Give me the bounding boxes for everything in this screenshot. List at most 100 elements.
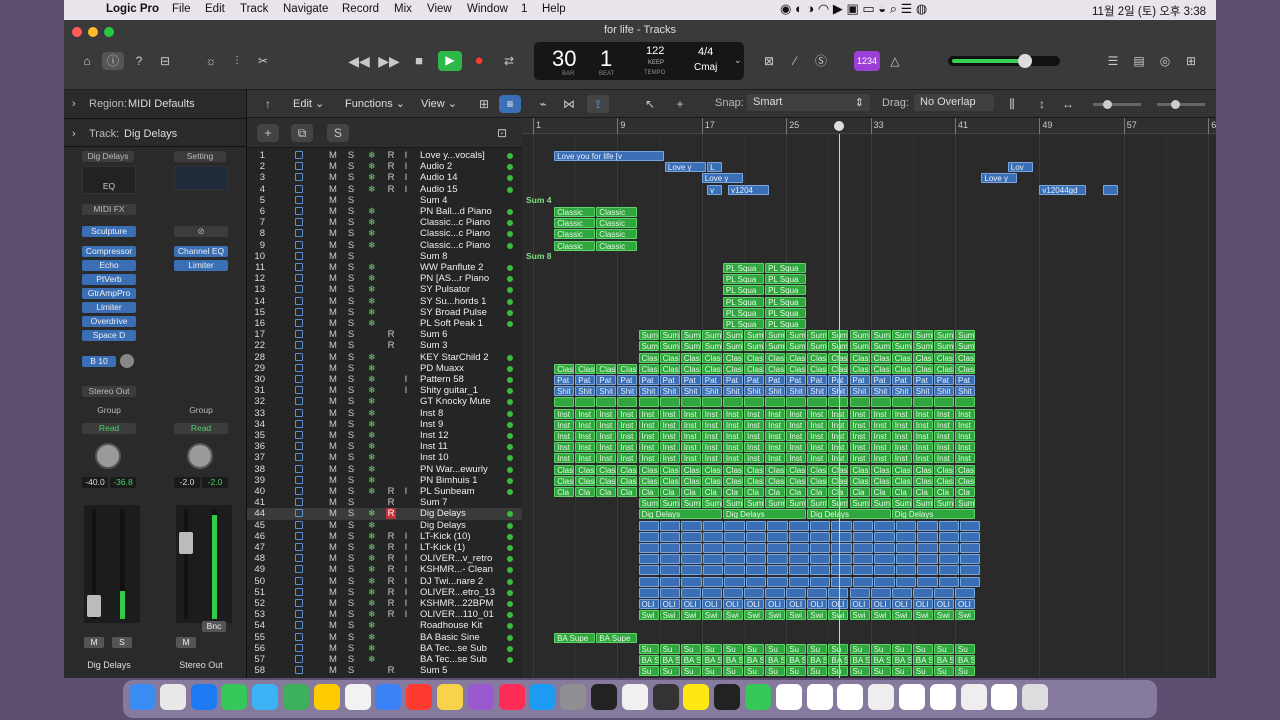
region[interactable]: Su <box>701 666 722 677</box>
toolbar-icon[interactable]: ⊟ <box>154 52 176 70</box>
track-row[interactable]: 32 M S ❄ GT Knocky Mute <box>247 396 522 407</box>
region[interactable]: Cla <box>744 487 765 497</box>
region[interactable]: Classic <box>722 363 743 374</box>
mute-button[interactable]: M <box>329 542 337 553</box>
region[interactable] <box>831 531 852 542</box>
freeze-icon[interactable]: ❄ <box>368 508 376 519</box>
region[interactable]: Pat <box>870 375 891 385</box>
solo-button[interactable]: S <box>347 508 355 519</box>
track-name[interactable]: KEY StarChild 2 <box>420 352 505 363</box>
region[interactable] <box>870 587 891 598</box>
region[interactable]: Pat <box>554 375 575 385</box>
region[interactable]: Inst <box>617 408 638 419</box>
track-name[interactable]: Sum 5 <box>420 665 505 676</box>
add-track-button[interactable]: + <box>257 124 279 142</box>
freeze-icon[interactable]: ❄ <box>368 531 376 542</box>
region[interactable]: Lov <box>1007 162 1034 173</box>
region[interactable]: Dig Delays <box>638 509 722 520</box>
region[interactable]: Dig Delays <box>807 509 891 520</box>
region[interactable] <box>895 565 917 576</box>
region[interactable] <box>917 554 938 565</box>
track-row[interactable]: 53 M S ❄ R I OLIVER...110_01 <box>247 609 522 620</box>
terminal-icon[interactable] <box>652 684 679 710</box>
freeze-icon[interactable]: ❄ <box>368 296 376 307</box>
region[interactable] <box>638 520 659 531</box>
track-row[interactable]: 47 M S ❄ R I LT-Kick (1) <box>247 542 522 553</box>
loop-browser-icon[interactable]: ◎ <box>1154 52 1176 70</box>
editors-icon[interactable]: ✂ <box>252 52 274 70</box>
solo-button[interactable]: S <box>347 576 355 587</box>
region[interactable]: Cla <box>765 487 786 497</box>
region[interactable]: Classic <box>891 363 912 374</box>
region[interactable]: BA Supe <box>701 655 722 665</box>
freeze-icon[interactable]: ❄ <box>368 172 376 183</box>
track-row[interactable]: 12 M S ❄ PN [AS...r Piano <box>247 273 522 284</box>
mute-button[interactable]: M <box>329 508 337 519</box>
track-name[interactable]: BA Tec...se Sub <box>420 654 505 665</box>
region[interactable]: Classic <box>575 363 596 374</box>
forward-icon[interactable]: ▶▶ <box>378 52 400 70</box>
region[interactable]: Sum 3 <box>765 341 786 352</box>
region[interactable]: Classic <box>596 475 617 486</box>
region[interactable]: Shit <box>596 386 617 397</box>
track-row[interactable]: 41 M S R Sum 7 <box>247 497 522 508</box>
region[interactable] <box>807 397 828 408</box>
region[interactable] <box>638 397 659 408</box>
region[interactable]: Classic <box>933 464 954 475</box>
region[interactable]: Pat <box>596 375 617 385</box>
region[interactable]: Pat <box>807 375 828 385</box>
region[interactable]: Su <box>933 643 954 654</box>
region[interactable]: Pat <box>680 375 701 385</box>
solo-button[interactable]: S <box>347 396 355 407</box>
region[interactable]: Su <box>744 643 765 654</box>
region[interactable]: Inst <box>554 419 575 430</box>
region[interactable] <box>638 543 659 553</box>
track-name[interactable]: Pattern 58 <box>420 374 505 385</box>
region[interactable] <box>874 531 895 542</box>
track-row[interactable]: 52 M S ❄ R I KSHMR...22BPM <box>247 598 522 609</box>
region[interactable]: OLI <box>744 599 765 609</box>
lcd-display[interactable]: 30 1 BAR BEAT 122 KEEP TEMPO 4/4 Cmaj ⌄ <box>534 42 744 80</box>
track-row[interactable]: 50 M S ❄ R I DJ Twi...nare 2 <box>247 576 522 587</box>
freeze-icon[interactable]: ❄ <box>368 262 376 273</box>
region[interactable]: PL Squa <box>765 274 807 285</box>
track-name[interactable]: Sum 6 <box>420 329 505 340</box>
region[interactable]: Shit <box>849 386 870 397</box>
region[interactable]: Sum 6 <box>744 330 765 341</box>
duplicate-track-icon[interactable]: ⧉ <box>291 124 313 142</box>
region[interactable] <box>681 520 702 531</box>
ch2-plugin[interactable]: Limiter <box>174 260 228 271</box>
region[interactable]: Sum 7 <box>912 498 933 509</box>
solo-button[interactable]: S <box>347 161 355 172</box>
region[interactable] <box>874 520 895 531</box>
region[interactable] <box>681 565 702 576</box>
region[interactable]: Sum 6 <box>933 330 954 341</box>
region[interactable] <box>638 576 659 587</box>
region[interactable] <box>895 520 917 531</box>
track-row[interactable]: 57 M S ❄ BA Tec...se Sub <box>247 654 522 665</box>
ch2-eq-curve[interactable] <box>174 166 228 190</box>
record-icon[interactable]: ● <box>468 52 490 70</box>
menu-edit[interactable]: Edit <box>205 3 225 15</box>
region[interactable]: Inst <box>722 431 743 441</box>
freeze-icon[interactable]: ❄ <box>368 284 376 295</box>
track-name[interactable]: PN Bimhuis 1 <box>420 475 505 486</box>
region[interactable] <box>575 397 596 408</box>
record-enable-button[interactable]: R <box>386 542 396 553</box>
grid-view-icon[interactable]: ⊞ <box>473 95 495 113</box>
region[interactable] <box>745 565 767 576</box>
freeze-icon[interactable]: ❄ <box>368 520 376 531</box>
region[interactable]: Cla <box>638 487 659 497</box>
freeze-icon[interactable]: ❄ <box>368 486 376 497</box>
region[interactable]: Su <box>786 666 807 677</box>
region[interactable]: Inst <box>786 442 807 453</box>
region[interactable]: Classic <box>912 475 933 486</box>
region[interactable]: Classic <box>596 464 617 475</box>
region[interactable]: Classic <box>955 464 976 475</box>
region[interactable]: Inst <box>912 431 933 441</box>
region[interactable]: Pat <box>638 375 659 385</box>
track-name[interactable]: SY Su...hords 1 <box>420 296 505 307</box>
region[interactable]: Classic <box>680 475 701 486</box>
ch1-pan-knob[interactable] <box>95 443 121 469</box>
region[interactable]: Inst <box>701 453 722 464</box>
